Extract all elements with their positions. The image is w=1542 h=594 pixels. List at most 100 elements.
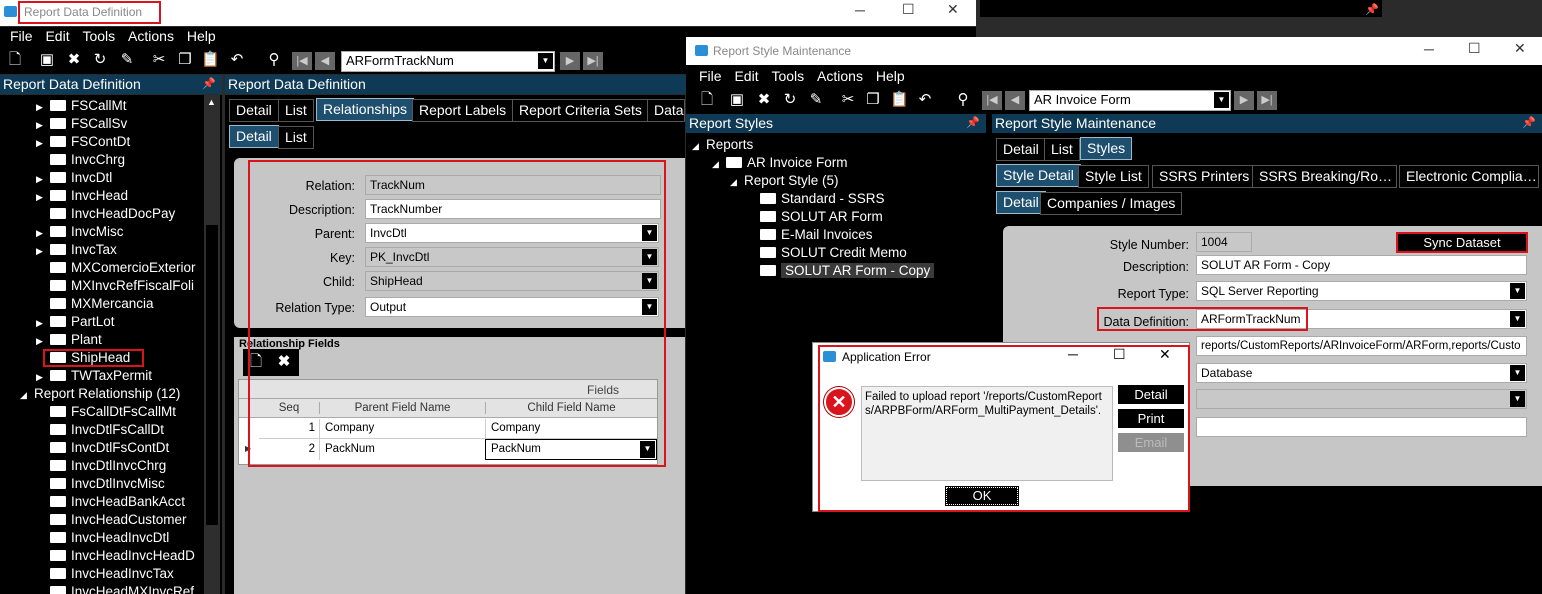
tree-item[interactable]: FsCallDtFsCallMt [50,403,176,421]
collapse-icon[interactable]: ◢ [730,173,744,191]
cut-icon[interactable]: ✂ [839,91,857,109]
next-record-icon[interactable]: ▶ [1234,91,1254,110]
column-header-parent-field[interactable]: Parent Field Name [319,402,485,414]
tree-item[interactable]: ▶ Plant [36,331,102,349]
tree-item[interactable]: ▶ InvcMisc [36,223,124,241]
chevron-down-icon[interactable]: ▼ [1510,365,1525,381]
description-field[interactable]: TrackNumber [365,199,661,219]
expand-icon[interactable]: ▶ [36,242,50,260]
tab-detail[interactable]: Detail [996,138,1046,161]
report-type-select[interactable]: SQL Server Reporting ▼ [1196,281,1527,301]
last-record-icon[interactable]: ▶| [583,52,603,70]
tree-item[interactable]: InvcHeadInvcDtl [50,529,169,547]
subtab-electronic-compliance[interactable]: Electronic Complia… [1399,165,1539,188]
tree-item[interactable]: ▶ FSContDt [36,133,130,151]
tab-relationships[interactable]: Relationships [316,98,415,121]
chevron-down-icon[interactable]: ▼ [1214,92,1229,108]
subtab-ssrs-printers[interactable]: SSRS Printers [1152,165,1257,188]
save-icon[interactable]: ▣ [38,51,56,69]
scroll-thumb[interactable] [206,225,218,525]
menu-file[interactable]: File [699,67,722,86]
search-icon[interactable]: ⚲ [265,51,283,69]
menu-file[interactable]: File [10,27,33,46]
table-row[interactable]: 2 PackNum PackNum ▼ [259,439,657,461]
next-record-icon[interactable]: ▶ [560,52,580,70]
report-path-field[interactable]: reports/CustomReports/ARInvoiceForm/ARFo… [1196,336,1527,356]
subtab-ssrs-breaking[interactable]: SSRS Breaking/Ro… [1252,165,1397,188]
collapse-icon[interactable]: ◢ [20,386,34,404]
cut-icon[interactable]: ✂ [150,51,168,69]
tab-report-labels[interactable]: Report Labels [412,99,514,122]
expand-icon[interactable]: ▶ [36,314,50,332]
expand-icon[interactable]: ▶ [36,368,50,386]
minimize-icon[interactable]: ─ [1424,41,1434,57]
tree-item[interactable]: InvcDtlFsContDt [50,439,169,457]
tree-item[interactable]: ▶ InvcDtl [36,169,112,187]
tree-node-style[interactable]: SOLUT AR Form [760,208,883,226]
first-record-icon[interactable]: |◀ [292,52,312,70]
menu-actions[interactable]: Actions [128,27,174,46]
menu-help[interactable]: Help [187,27,216,46]
subtab-list[interactable]: List [278,126,314,149]
clear-icon[interactable]: ✎ [118,51,136,69]
tree-node-style[interactable]: E-Mail Invoices [760,226,873,244]
tree-item[interactable]: InvcHeadCustomer [50,511,187,529]
tab-list[interactable]: List [278,99,314,122]
save-icon[interactable]: ▣ [728,91,746,109]
tree-item[interactable]: InvcHeadMXInvcRef [50,583,194,594]
output-location-select[interactable]: Database ▼ [1196,363,1527,383]
tree-item[interactable]: InvcDtlInvcChrg [50,457,166,475]
expand-icon[interactable]: ▶ [36,188,50,206]
maximize-icon[interactable]: ☐ [1113,346,1126,363]
email-button[interactable]: Email [1118,433,1184,452]
menu-edit[interactable]: Edit [734,67,758,86]
close-icon[interactable]: ✕ [1514,40,1526,57]
tree-node-reports[interactable]: ◢ Reports [692,136,753,154]
refresh-icon[interactable]: ↻ [781,91,799,109]
menu-actions[interactable]: Actions [817,67,863,86]
undo-icon[interactable]: ↶ [228,51,246,69]
tree-item[interactable]: MXInvcRefFiscalFoli [36,277,194,295]
copy-icon[interactable]: ❐ [864,91,882,109]
tree-item[interactable]: InvcHeadInvcTax [50,565,174,583]
tab-list[interactable]: List [1044,138,1080,161]
tree-scrollbar[interactable]: ▲ [204,95,220,594]
tree-item[interactable]: InvcHeadBankAcct [50,493,185,511]
subsubtab-detail[interactable]: Detail [996,191,1046,214]
tree-node-form[interactable]: ◢ AR Invoice Form [712,154,848,172]
tree-item[interactable]: ▶ InvcTax [36,241,117,259]
tree-item[interactable]: InvcHeadInvcHeadD [50,547,195,565]
pin-icon[interactable]: 📌 [966,114,980,133]
tab-detail[interactable]: Detail [229,99,279,122]
tree-item[interactable]: MXMercancia [36,295,154,313]
tree-item[interactable]: MXComercioExterior [36,259,196,277]
chevron-down-icon[interactable]: ▼ [538,53,553,69]
close-icon[interactable]: ✕ [1159,346,1171,363]
tree-node-style-selected[interactable]: SOLUT AR Form - Copy [760,262,935,280]
expand-icon[interactable]: ▶ [36,134,50,152]
minimize-icon[interactable]: ─ [1068,346,1078,362]
pin-icon[interactable]: 📌 [202,75,216,94]
child-select[interactable]: ShipHead ▼ [365,271,659,291]
chevron-down-icon[interactable]: ▼ [642,225,657,241]
chevron-down-icon[interactable]: ▼ [1510,391,1525,407]
tree-item[interactable]: ▶ TWTaxPermit [36,367,152,385]
first-record-icon[interactable]: |◀ [982,91,1002,110]
maximize-icon[interactable]: ☐ [902,1,915,18]
data-definition-select[interactable]: ARFormTrackNum ▼ [1196,309,1527,329]
tree-node-group[interactable]: ◢ Report Style (5) [730,172,839,190]
paste-icon[interactable]: 📋 [890,91,909,109]
description-field[interactable]: SOLUT AR Form - Copy [1196,255,1527,275]
expand-icon[interactable]: ▶ [36,116,50,134]
tree-node-style[interactable]: SOLUT Credit Memo [760,244,907,262]
parent-select[interactable]: InvcDtl ▼ [365,223,659,243]
tab-styles[interactable]: Styles [1080,137,1133,160]
subtab-style-detail[interactable]: Style Detail [996,164,1081,187]
chevron-down-icon[interactable]: ▼ [1510,283,1525,299]
chevron-down-icon[interactable]: ▼ [642,273,657,289]
undo-icon[interactable]: ↶ [916,91,934,109]
chevron-down-icon[interactable]: ▼ [640,441,655,458]
menu-help[interactable]: Help [876,67,905,86]
style-number-field[interactable]: 1004 [1196,232,1252,252]
tab-report-criteria-sets[interactable]: Report Criteria Sets [512,99,649,122]
